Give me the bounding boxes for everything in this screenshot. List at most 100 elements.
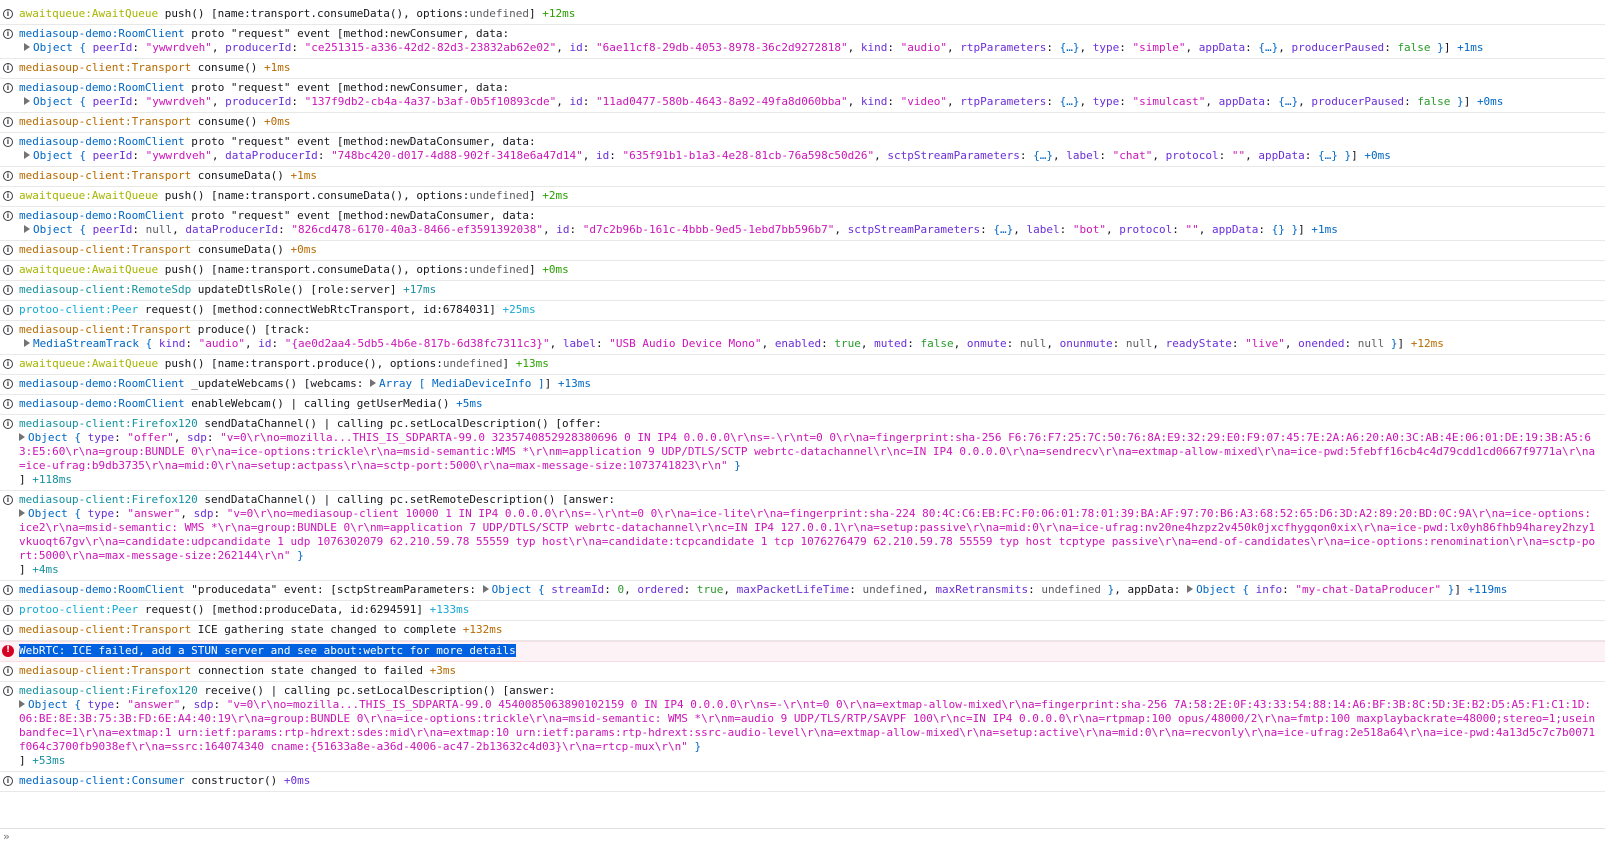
console.messages.10.lines.0-segment: +0ms: [542, 263, 569, 276]
console.messages.1.obj-segment: kind: [860, 41, 888, 54]
console-log-message[interactable]: i mediasoup-demo:RoomClient enableWebcam(…: [0, 395, 1605, 415]
info-icon: i: [3, 137, 13, 147]
console.messages.24.tail-segment: +53ms: [32, 754, 66, 767]
console.messages.17.obj-segment: }: [727, 459, 741, 472]
console-log-message[interactable]: i awaitqueue:AwaitQueue push() [name:tran…: [0, 355, 1605, 375]
console.messages.1.obj-segment: ,: [947, 41, 961, 54]
console-log-message[interactable]: i mediasoup-demo:RoomClient proto "reques…: [0, 79, 1605, 113]
console-log-message[interactable]: i mediasoup-client:Consumer constructor()…: [0, 772, 1605, 792]
console-log-message[interactable]: i mediasoup-client:Firefox120 receive() |…: [0, 682, 1605, 772]
console-log-message[interactable]: i mediasoup-client:RemoteSdp updateDtlsRo…: [0, 281, 1605, 301]
triangle-right-icon[interactable]: [19, 700, 25, 708]
console-log-message[interactable]: i mediasoup-client:Transport consumeData(…: [0, 167, 1605, 187]
console.messages.8.obj-segment: appData: [1211, 223, 1259, 236]
console.messages.10.lines.0-segment: push() [name:transport.consumeData(), op…: [158, 263, 470, 276]
console-log-message[interactable]: i awaitqueue:AwaitQueue push() [name:tran…: [0, 187, 1605, 207]
console-log-message[interactable]: i protoo-client:Peer request() [method:co…: [0, 301, 1605, 321]
info-icon: i: [3, 9, 13, 19]
console.messages.13.obj-segment: null: [1019, 337, 1047, 350]
console.messages.17.tail-segment: ]: [19, 473, 33, 486]
console.messages.5.obj-segment: protocol: [1165, 149, 1219, 162]
console-log-message[interactable]: i mediasoup-demo:RoomClient "producedata"…: [0, 581, 1605, 601]
console-error-message[interactable]: ! WebRTC: ICE failed, add a STUN server a…: [0, 641, 1605, 662]
object-preview[interactable]: Object { type: "answer", sdp: "v=0\r\no=…: [19, 698, 1597, 754]
message-line: mediasoup-client:Firefox120 sendDataChan…: [19, 417, 1597, 431]
console.messages.1.obj-segment: :: [887, 41, 901, 54]
triangle-right-icon[interactable]: [370, 379, 377, 387]
console-log-message[interactable]: i mediasoup-client:Firefox120 sendDataCha…: [0, 491, 1605, 581]
console-log-message[interactable]: i awaitqueue:AwaitQueue push() [name:tran…: [0, 5, 1605, 25]
console.messages.24.obj-segment: "v=0\r\no=mozilla...THIS_IS_SDPARTA-99.0…: [19, 698, 1596, 753]
console.messages.12.lines.0-segment: protoo-client:Peer: [19, 303, 139, 316]
triangle-right-icon[interactable]: [19, 509, 25, 517]
object-preview[interactable]: Object { type: "offer", sdp: "v=0\r\no=m…: [19, 431, 1597, 473]
console.messages.19.lines.0-segment: ordered: [637, 583, 684, 596]
console.messages.8.obj-segment: :: [278, 223, 292, 236]
console.messages.3.obj-segment: ,: [847, 95, 861, 108]
console-log-message[interactable]: i mediasoup-demo:RoomClient proto "reques…: [0, 133, 1605, 167]
console-log-message[interactable]: i mediasoup-demo:RoomClient proto "reques…: [0, 207, 1605, 241]
console.messages.15.lines.0-segment: Array [ MediaDeviceInfo ]: [379, 377, 545, 390]
message-line: mediasoup-client:Transport produce() [tr…: [19, 323, 1597, 337]
message-line: mediasoup-demo:RoomClient enableWebcam()…: [19, 397, 1597, 411]
console-output[interactable]: i awaitqueue:AwaitQueue push() [name:tran…: [0, 0, 1605, 828]
console-log-message[interactable]: i mediasoup-client:Transport ICE gatherin…: [0, 621, 1605, 641]
console.messages.18.obj-segment: ,: [180, 507, 194, 520]
info-icon: i: [3, 191, 13, 201]
console.messages.8.obj-segment: ,: [543, 223, 557, 236]
console.messages.17.obj-segment: type: [87, 431, 115, 444]
console.messages.1.obj-segment: ]: [1443, 41, 1458, 54]
info-icon: i: [3, 776, 13, 786]
console.messages.4.lines.0-segment: consume(): [191, 115, 265, 128]
console-log-message[interactable]: i mediasoup-client:Transport consumeData(…: [0, 241, 1605, 261]
console.messages.3.obj-segment: ,: [556, 95, 570, 108]
console.messages.5.obj-segment: "748bc420-d017-4d88-902f-3418e6a47d14": [331, 149, 583, 162]
console.messages.8.obj-segment: :: [980, 223, 994, 236]
console-input[interactable]: »: [0, 828, 1605, 844]
object-preview[interactable]: Object { peerId: "ywwrdveh", producerId:…: [19, 41, 1597, 55]
console.messages.13.obj-segment: false: [920, 337, 954, 350]
console.messages.10.lines.0-segment: undefined: [469, 263, 529, 276]
triangle-right-icon[interactable]: [482, 585, 489, 593]
console-log-message[interactable]: i mediasoup-client:Transport consume() +0…: [0, 113, 1605, 133]
console.messages.0.lines.0-segment: awaitqueue:AwaitQueue: [19, 7, 159, 20]
object-preview[interactable]: Object { peerId: "ywwrdveh", dataProduce…: [19, 149, 1597, 163]
object-preview[interactable]: Object { peerId: null, dataProducerId: "…: [19, 223, 1597, 237]
console.messages.5.obj-segment: :: [317, 149, 332, 162]
console.messages.14.lines.0-segment: awaitqueue:AwaitQueue: [19, 357, 159, 370]
triangle-right-icon[interactable]: [24, 225, 30, 233]
object-preview[interactable]: Object { type: "answer", sdp: "v=0\r\no=…: [19, 507, 1597, 563]
message-line: awaitqueue:AwaitQueue push() [name:trans…: [19, 263, 1597, 277]
console-log-message[interactable]: i mediasoup-client:Transport consume() +1…: [0, 59, 1605, 79]
console-log-message[interactable]: i awaitqueue:AwaitQueue push() [name:tran…: [0, 261, 1605, 281]
console.messages.13.obj-segment: ,: [953, 337, 967, 350]
triangle-right-icon[interactable]: [1187, 585, 1194, 593]
console.messages.13.obj-segment: onended: [1298, 337, 1345, 350]
object-preview[interactable]: MediaStreamTrack { kind: "audio", id: "{…: [19, 337, 1597, 351]
console.messages.8.obj-segment: ,: [1198, 223, 1212, 236]
message-tail: ] +4ms: [19, 563, 1597, 577]
console.messages.15.lines.0-segment: ]: [544, 377, 558, 390]
info-icon: i: [3, 211, 13, 221]
console.messages.19.lines.0-segment: ,: [922, 583, 936, 596]
triangle-right-icon[interactable]: [24, 43, 30, 51]
console.messages.13.obj-segment: ]: [1397, 337, 1411, 350]
triangle-right-icon[interactable]: [24, 97, 30, 105]
triangle-right-icon[interactable]: [24, 151, 30, 159]
console-log-message[interactable]: i mediasoup-client:Transport connection s…: [0, 662, 1605, 682]
console.messages.21.lines.0-segment: ICE gathering state changed to complete: [191, 623, 463, 636]
console.messages.18.obj-segment: type: [87, 507, 115, 520]
console-log-message[interactable]: i mediasoup-client:Firefox120 sendDataCha…: [0, 415, 1605, 491]
console.messages.7.lines.0-segment: +2ms: [542, 189, 569, 202]
console-log-message[interactable]: i mediasoup-demo:RoomClient proto "reques…: [0, 25, 1605, 59]
console.messages.22.lines.0-segment[interactable]: WebRTC: ICE failed, add a STUN server an…: [19, 644, 516, 657]
console.messages.25.lines.0-segment: constructor(): [184, 774, 284, 787]
console-log-message[interactable]: i protoo-client:Peer request() [method:pr…: [0, 601, 1605, 621]
console-log-message[interactable]: i mediasoup-demo:RoomClient _updateWebcam…: [0, 375, 1605, 395]
object-preview[interactable]: Object { peerId: "ywwrdveh", producerId:…: [19, 95, 1597, 109]
triangle-right-icon[interactable]: [19, 433, 25, 441]
console.messages.19.lines.0-segment: maxRetransmits: [935, 583, 1029, 596]
console.messages.9.lines.0-segment: consumeData(): [191, 243, 291, 256]
console-log-message[interactable]: i mediasoup-client:Transport produce() [t…: [0, 321, 1605, 355]
triangle-right-icon[interactable]: [24, 339, 30, 347]
